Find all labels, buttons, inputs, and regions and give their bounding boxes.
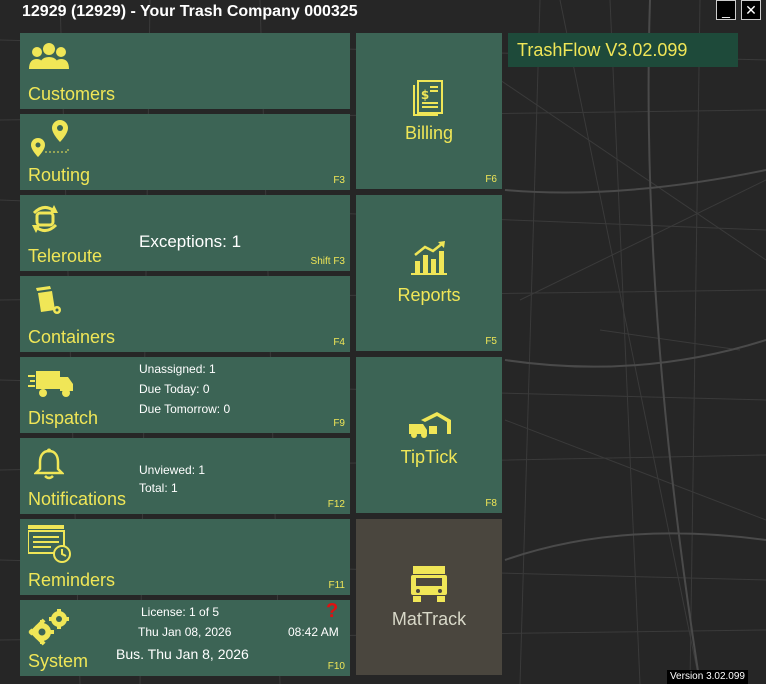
svg-text:$: $ [421, 88, 429, 102]
teleroute-label: Teleroute [28, 246, 103, 266]
reports-shortcut: F5 [485, 336, 497, 347]
tiptick-shortcut: F8 [485, 498, 497, 509]
invoice-icon: $ [413, 80, 443, 116]
dispatch-due-tomorrow: Due Tomorrow: 0 [139, 402, 231, 416]
system-label: System [28, 651, 89, 671]
dispatch-due-today: Due Today: 0 [139, 382, 210, 396]
notifications-shortcut: F12 [327, 499, 345, 510]
teleroute-exceptions: Exceptions: 1 [139, 232, 242, 251]
reminders-shortcut: F11 [328, 580, 346, 591]
system-license: License: 1 of 5 [141, 605, 220, 619]
reminders-label: Reminders [28, 570, 116, 590]
window-title: 12929 (12929) - Your Trash Company 00032… [22, 3, 358, 20]
routing-label: Routing [28, 165, 91, 185]
mattrack-tile[interactable]: MatTrack [356, 519, 502, 675]
dispatch-tile[interactable]: Unassigned: 1 Due Today: 0 Due Tomorrow:… [20, 357, 350, 433]
tiptick-label: TipTick [400, 447, 458, 467]
gears-icon [28, 609, 69, 646]
system-time: 08:42 AM [288, 625, 339, 639]
reports-label: Reports [397, 285, 461, 305]
reminders-tile[interactable]: Reminders F11 [20, 519, 350, 595]
teleroute-icon [32, 205, 58, 233]
teleroute-shortcut: Shift F3 [310, 256, 345, 267]
billing-shortcut: F6 [485, 174, 497, 185]
notifications-total: Total: 1 [139, 481, 178, 495]
routing-tile[interactable]: Routing F3 [20, 114, 350, 190]
system-shortcut: F10 [327, 661, 345, 672]
tiptick-tile[interactable]: TipTick F8 [356, 357, 502, 513]
system-tile[interactable]: License: 1 of 5 Thu Jan 08, 2026 08:42 A… [20, 600, 350, 676]
dispatch-shortcut: F9 [333, 418, 345, 429]
app-version: TrashFlow V3.02.099 [508, 33, 738, 67]
teleroute-tile[interactable]: Exceptions: 1 Teleroute Shift F3 [20, 195, 350, 271]
help-icon[interactable]: ? [326, 600, 338, 623]
people-icon [29, 43, 69, 69]
containers-label: Containers [28, 327, 116, 347]
truck-icon [28, 371, 73, 397]
system-business-date: Bus. Thu Jan 8, 2026 [116, 646, 249, 662]
trash-can-icon [36, 286, 61, 314]
mattrack-label: MatTrack [391, 609, 467, 629]
notifications-unviewed: Unviewed: 1 [139, 463, 206, 477]
bell-icon [34, 448, 64, 480]
billing-tile[interactable]: $ Billing F6 [356, 33, 502, 189]
bar-chart-icon [411, 241, 447, 275]
calendar-clock-icon [28, 525, 71, 563]
notifications-label: Notifications [28, 489, 127, 509]
reports-tile[interactable]: Reports F5 [356, 195, 502, 351]
dump-truck-icon [409, 412, 451, 438]
close-button[interactable]: ✕ [741, 0, 761, 20]
dispatch-unassigned: Unassigned: 1 [139, 362, 216, 376]
dispatch-label: Dispatch [28, 408, 99, 428]
system-date: Thu Jan 08, 2026 [138, 625, 232, 639]
mattrack-truck-icon [411, 566, 447, 602]
minimize-button[interactable]: _ [716, 0, 736, 20]
routing-shortcut: F3 [333, 175, 345, 186]
containers-tile[interactable]: Containers F4 [20, 276, 350, 352]
billing-label: Billing [404, 123, 454, 143]
map-pin-icon [31, 120, 69, 157]
notifications-tile[interactable]: Unviewed: 1 Total: 1 Notifications F12 [20, 438, 350, 514]
customers-label: Customers [28, 84, 116, 104]
customers-tile[interactable]: Customers [20, 33, 350, 109]
footer-version: Version 3.02.099 [666, 670, 748, 684]
containers-shortcut: F4 [333, 337, 345, 348]
